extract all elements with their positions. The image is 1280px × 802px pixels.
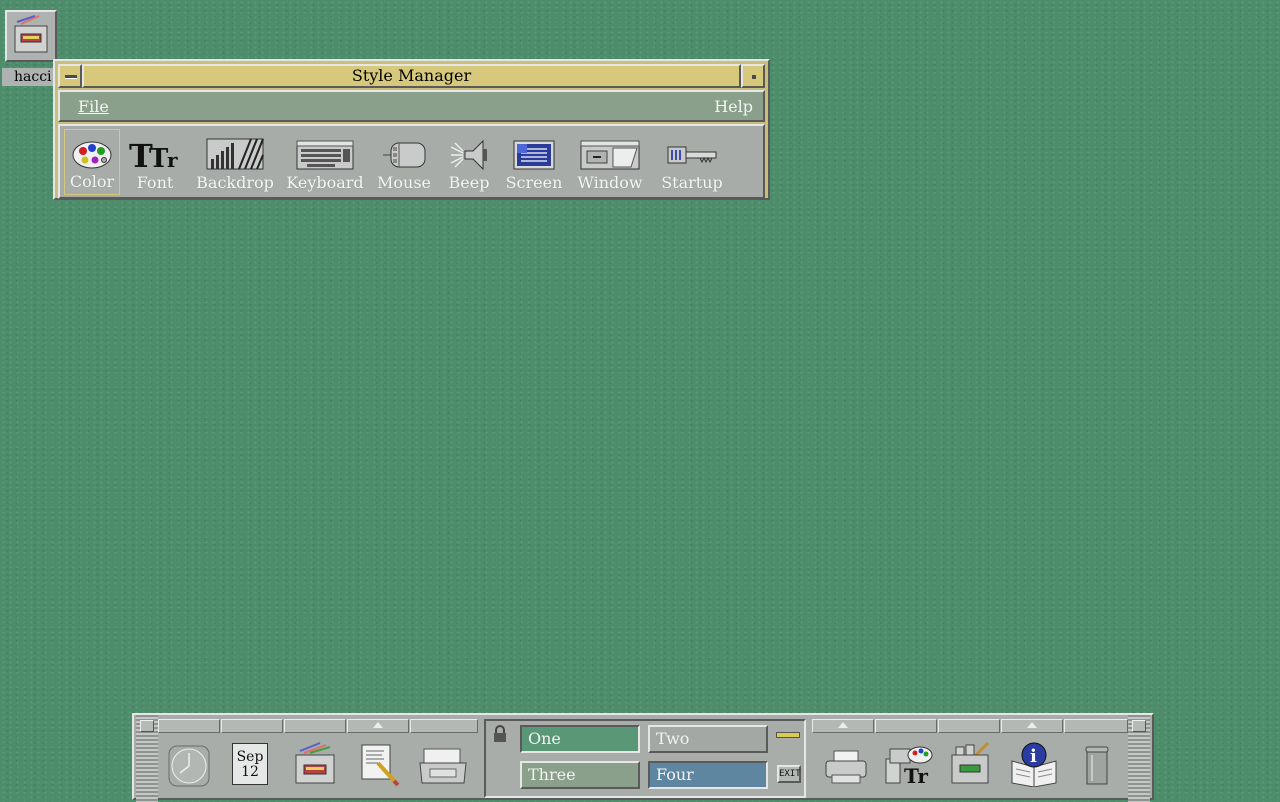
tool-mouse-button[interactable]: Mouse <box>370 129 438 195</box>
help-icon[interactable]: i <box>1010 741 1058 787</box>
palette-icon <box>72 141 112 168</box>
subpanel-tab-help[interactable] <box>1001 719 1063 733</box>
file-cabinet-icon <box>14 15 48 53</box>
tool-window-label: Window <box>577 172 643 192</box>
tool-keyboard-label: Keyboard <box>286 172 364 192</box>
subpanel-tab-clock[interactable] <box>158 719 220 733</box>
workspace-two-button[interactable]: Two <box>648 725 768 753</box>
speaker-icon <box>450 139 487 170</box>
title-bar[interactable]: Style Manager <box>58 64 765 88</box>
subpanel-tab-files[interactable] <box>284 719 346 733</box>
file-manager-icon[interactable] <box>292 741 338 787</box>
calendar-icon[interactable]: Sep 12 <box>232 743 268 785</box>
mouse-icon <box>383 142 426 167</box>
tool-beep-button[interactable]: Beep <box>438 129 500 195</box>
tool-font-label: Font <box>136 172 174 192</box>
subpanel-tab-trash[interactable] <box>1064 719 1128 733</box>
subpanel-tab-calendar[interactable] <box>221 719 283 733</box>
front-panel: Sep 12 One Two Three Four EXIT Tr i <box>132 713 1154 802</box>
desktop-icon-label: hacci <box>2 68 58 86</box>
tool-screen-label: Screen <box>505 172 563 192</box>
tool-backdrop-label: Backdrop <box>196 172 274 192</box>
subpanel-tab-apps[interactable] <box>938 719 1000 733</box>
style-manager-icon[interactable]: Tr <box>884 743 934 787</box>
key-icon <box>667 146 717 163</box>
screen-icon <box>513 140 555 169</box>
text-editor-icon[interactable] <box>358 741 402 787</box>
subpanel-tab-style[interactable] <box>875 719 937 733</box>
tool-startup-button[interactable]: Startup <box>652 129 732 195</box>
tool-mouse-label: Mouse <box>377 172 431 192</box>
svg-text:Tr: Tr <box>904 764 928 787</box>
tool-backdrop-button[interactable]: Backdrop <box>190 129 280 195</box>
svg-text:r: r <box>167 148 178 171</box>
tool-color-button[interactable]: Color <box>64 128 120 195</box>
svg-text:i: i <box>1030 746 1037 767</box>
tool-keyboard-button[interactable]: Keyboard <box>280 129 370 195</box>
tool-color-label: Color <box>69 171 115 191</box>
window-title: Style Manager <box>82 64 741 88</box>
lock-icon[interactable] <box>492 725 508 743</box>
trash-icon[interactable] <box>1082 745 1112 787</box>
tool-screen-button[interactable]: Screen <box>500 129 568 195</box>
workspace-one-button[interactable]: One <box>520 725 640 753</box>
clock-icon[interactable] <box>168 745 210 787</box>
desktop-icon-file-manager[interactable]: hacci <box>2 10 60 86</box>
application-manager-icon[interactable] <box>948 741 994 787</box>
minimize-button[interactable] <box>741 64 765 88</box>
tool-beep-label: Beep <box>448 172 490 192</box>
subpanel-tab-mail[interactable] <box>410 719 478 733</box>
tool-font-button[interactable]: T T r Font <box>120 129 190 195</box>
desktop-icon-frame <box>5 10 57 62</box>
printer-icon[interactable] <box>824 749 868 785</box>
panel-menu-button[interactable] <box>140 720 154 732</box>
panel-minimize-button[interactable] <box>1132 720 1146 732</box>
font-icon: T T r <box>129 139 178 171</box>
tool-startup-label: Startup <box>661 172 723 192</box>
workspace-three-button[interactable]: Three <box>520 761 640 789</box>
menu-bar: File Help <box>58 90 765 122</box>
calendar-day: 12 <box>241 764 259 780</box>
mail-icon[interactable] <box>418 745 468 785</box>
exit-button[interactable]: EXIT <box>777 765 801 783</box>
svg-text:T: T <box>149 144 169 171</box>
keyboard-icon <box>296 140 354 169</box>
backdrop-icon <box>206 138 264 169</box>
window-icon <box>580 140 640 169</box>
tool-window-button[interactable]: Window <box>568 129 652 195</box>
panel-left-handle[interactable] <box>136 715 158 802</box>
style-toolbar: Color T T r Font Backdrop Keyboard Mouse… <box>58 124 765 199</box>
subpanel-tab-editor[interactable] <box>347 719 409 733</box>
subpanel-tab-printer[interactable] <box>812 719 874 733</box>
style-manager-window: Style Manager File Help Color T T r Font… <box>53 59 770 200</box>
menu-help[interactable]: Help <box>714 97 753 116</box>
calendar-month: Sep <box>236 749 264 765</box>
busy-indicator <box>776 732 800 738</box>
panel-right-handle[interactable] <box>1128 715 1150 802</box>
menu-file[interactable]: File <box>78 97 109 116</box>
workspace-four-button[interactable]: Four <box>648 761 768 789</box>
window-menu-button[interactable] <box>58 64 82 88</box>
